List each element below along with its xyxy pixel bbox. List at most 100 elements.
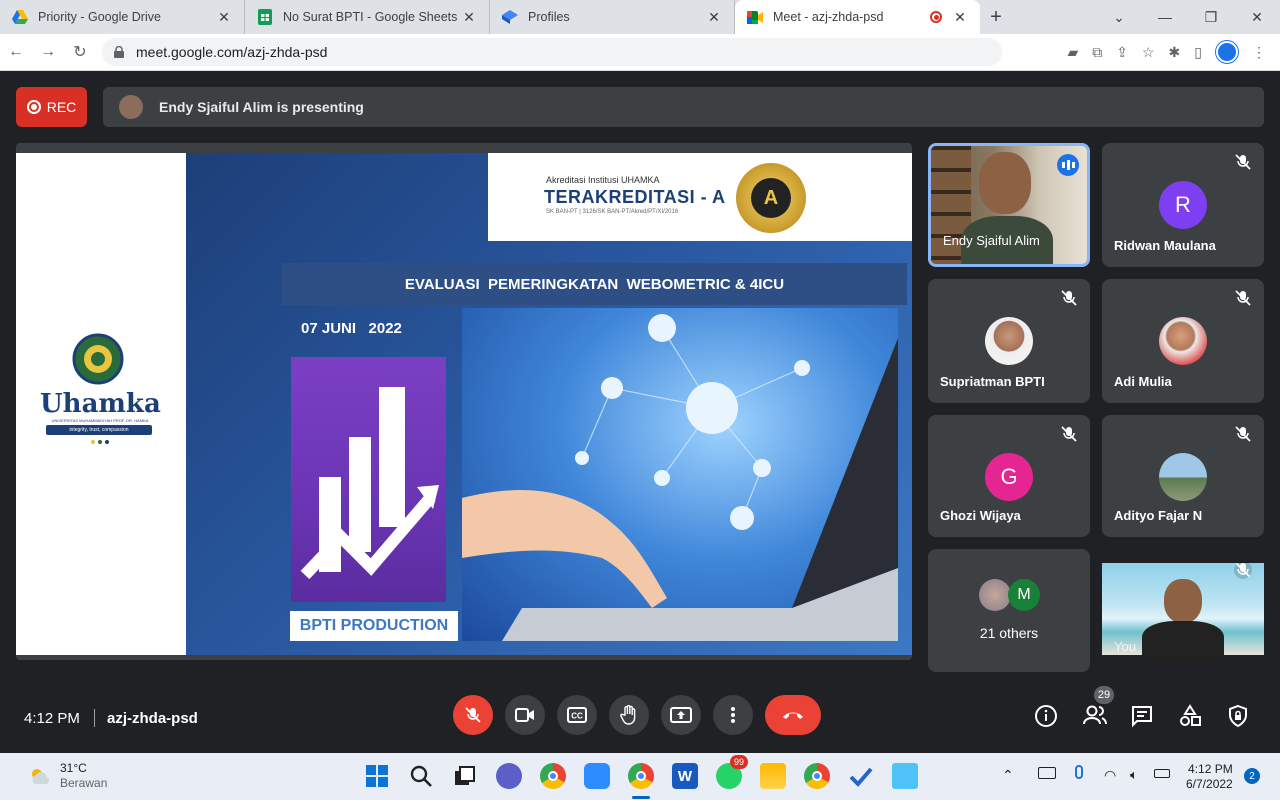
meet-call-area: REC Endy Sjaiful Alim is presenting Uham… — [0, 71, 1280, 753]
start-button[interactable] — [364, 763, 390, 789]
headline-band: EVALUASI PEMERINGKATAN WEBOMETRIC & 4ICU — [282, 263, 907, 305]
open-in-new-icon[interactable]: ⧉ — [1092, 44, 1102, 61]
browser-menu-icon[interactable]: ⋮ — [1252, 44, 1266, 61]
close-window-button[interactable]: ✕ — [1234, 9, 1280, 26]
close-tab-icon[interactable]: ✕ — [216, 9, 232, 26]
whatsapp-badge: 99 — [730, 755, 748, 769]
accreditation-big: TERAKREDITASI - A — [544, 187, 726, 207]
tab-google-sheets[interactable]: No Surat BPTI - Google Sheets ✕ — [245, 0, 490, 34]
leave-call-button[interactable] — [765, 695, 821, 735]
date-text: 07 JUNI 2022 — [301, 320, 402, 337]
participant-photo — [985, 317, 1033, 365]
tab-meet[interactable]: Meet - azj-zhda-psd ✕ — [735, 0, 980, 34]
meeting-code: azj-zhda-psd — [107, 710, 198, 727]
profile-avatar[interactable] — [1216, 41, 1238, 63]
participant-tile[interactable]: Supriatman BPTI — [928, 279, 1090, 403]
notepad-icon[interactable] — [892, 763, 918, 789]
bookmark-star-icon[interactable]: ☆ — [1142, 44, 1155, 61]
word-icon[interactable]: W — [672, 763, 698, 789]
zoom-icon[interactable] — [584, 763, 610, 789]
wifi-icon[interactable]: ◠ — [1104, 767, 1116, 784]
extensions-icon[interactable]: ✱ — [1169, 44, 1181, 61]
activities-button[interactable] — [1178, 704, 1202, 728]
show-hidden-icons[interactable]: ⌃ — [1002, 767, 1014, 784]
recording-badge[interactable]: REC — [16, 87, 87, 127]
whatsapp-icon[interactable]: 99 — [716, 755, 748, 789]
weather-widget[interactable]: 31°C Berawan — [28, 761, 107, 791]
presenter-avatar — [119, 95, 143, 119]
participant-tile[interactable]: Adityo Fajar N — [1102, 415, 1264, 537]
slide: Uhamka UNIVERSITAS MUHAMMADIYAH PROF. DR… — [16, 153, 912, 655]
omnibox[interactable]: meet.google.com/azj-zhda-psd — [102, 38, 1002, 66]
raise-hand-button[interactable] — [609, 695, 649, 735]
chat-button[interactable] — [1130, 704, 1154, 728]
camera-icon[interactable]: ▰ — [1067, 44, 1078, 61]
minimize-button[interactable]: — — [1142, 9, 1188, 25]
back-button[interactable]: ← — [0, 43, 32, 61]
people-button[interactable]: 29 — [1082, 686, 1114, 728]
svg-text:CC: CC — [571, 712, 583, 721]
sheets-icon — [257, 9, 273, 25]
uhamka-emblem-icon — [72, 333, 124, 385]
badge-letter: A — [763, 186, 779, 209]
mic-toggle-button[interactable] — [453, 695, 493, 735]
self-view-tile[interactable]: You — [1102, 549, 1264, 672]
clock-date: 6/7/2022 — [1186, 777, 1233, 791]
volume-icon[interactable]: 🔈︎ — [1130, 767, 1138, 783]
camera-toggle-button[interactable] — [505, 695, 545, 735]
teams-chat-icon[interactable] — [496, 763, 522, 789]
active-app-indicator — [632, 796, 650, 799]
microphone-icon[interactable] — [1075, 765, 1083, 779]
tab-profiles[interactable]: Profiles ✕ — [490, 0, 735, 34]
participant-tile[interactable]: G Ghozi Wijaya — [928, 415, 1090, 537]
people-icon — [1083, 705, 1107, 725]
restore-button[interactable]: ❐ — [1188, 9, 1234, 26]
new-tab-button[interactable]: + — [980, 0, 1012, 34]
chrome-secondary-icon[interactable] — [804, 763, 830, 789]
search-icon[interactable] — [408, 763, 434, 789]
weather-desc: Berawan — [60, 776, 108, 790]
tab-search-icon[interactable]: ⌄ — [1096, 9, 1142, 26]
forward-button[interactable]: → — [32, 43, 64, 61]
chrome-icon[interactable] — [540, 763, 566, 789]
file-explorer-icon[interactable] — [760, 763, 786, 789]
presenter-banner: Endy Sjaiful Alim is presenting — [103, 87, 1264, 127]
url-text: meet.google.com/azj-zhda-psd — [136, 44, 328, 60]
notification-badge[interactable]: 2 — [1244, 768, 1260, 784]
host-controls-button[interactable] — [1226, 704, 1250, 728]
closed-captions-icon: CC — [567, 707, 587, 723]
battery-icon[interactable] — [1154, 769, 1170, 778]
captions-button[interactable]: CC — [557, 695, 597, 735]
accreditation-small: Akreditasi Institusi UHAMKA — [546, 175, 660, 185]
mic-off-icon — [1235, 290, 1251, 306]
close-tab-icon[interactable]: ✕ — [706, 9, 722, 26]
todo-icon[interactable] — [848, 763, 874, 789]
share-icon[interactable]: ⇪ — [1116, 44, 1128, 61]
laptop-network-image — [462, 308, 898, 641]
participant-tile[interactable]: R Ridwan Maulana — [1102, 143, 1264, 267]
reload-button[interactable]: ↻ — [64, 42, 96, 62]
participant-tile[interactable]: Endy Sjaiful Alim — [928, 143, 1090, 267]
participant-avatar: G — [985, 453, 1033, 501]
chat-icon — [1132, 706, 1152, 728]
tab-title: Meet - azj-zhda-psd — [773, 10, 884, 24]
keyboard-icon[interactable] — [1038, 767, 1056, 779]
close-tab-icon[interactable]: ✕ — [461, 9, 477, 26]
others-tile[interactable]: M 21 others — [928, 549, 1090, 672]
chrome-profile-icon[interactable] — [628, 763, 654, 789]
participant-tile[interactable]: Adi Mulia — [1102, 279, 1264, 403]
more-options-button[interactable] — [713, 695, 753, 735]
hand-icon — [620, 705, 636, 725]
growth-chart-icon — [300, 387, 439, 580]
clock[interactable]: 4:12 PM 6/7/2022 — [1186, 762, 1233, 792]
tab-google-drive[interactable]: Priority - Google Drive ✕ — [0, 0, 245, 34]
side-panel-icon[interactable]: ▯ — [1194, 44, 1202, 61]
participant-photo — [1159, 317, 1207, 365]
windows-taskbar: 31°C Berawan W 99 ⌃ ◠ 🔈︎ 4:12 PM 6/7/202… — [0, 753, 1280, 800]
info-icon — [1035, 705, 1057, 727]
meeting-details-button[interactable] — [1034, 704, 1058, 728]
present-screen-button[interactable] — [661, 695, 701, 735]
task-view-icon[interactable] — [452, 763, 478, 789]
people-count-badge: 29 — [1094, 686, 1114, 704]
close-tab-icon[interactable]: ✕ — [952, 9, 968, 26]
